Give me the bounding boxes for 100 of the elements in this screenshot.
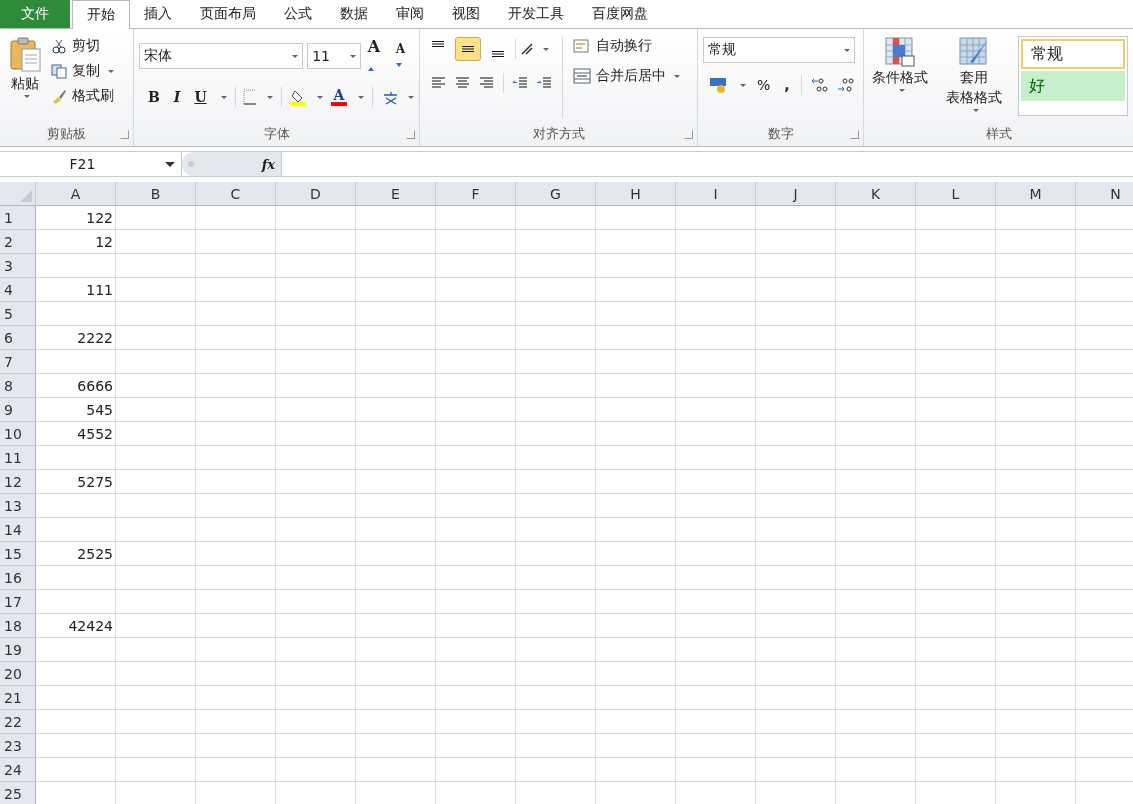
- row-header[interactable]: 10: [0, 422, 36, 446]
- row-header[interactable]: 22: [0, 710, 36, 734]
- dropdown-arrow-icon[interactable]: [408, 95, 414, 99]
- ribbon-tab[interactable]: 数据: [326, 0, 382, 28]
- dropdown-arrow-icon[interactable]: [349, 54, 356, 58]
- ribbon-tab[interactable]: 文件: [0, 0, 70, 28]
- column-header[interactable]: B: [116, 182, 196, 206]
- conditional-formatting-button[interactable]: 条件格式: [866, 37, 934, 122]
- dialog-launcher-icon[interactable]: [850, 130, 859, 139]
- row-header[interactable]: 15: [0, 542, 36, 566]
- column-header[interactable]: N: [1076, 182, 1133, 206]
- grow-font-button[interactable]: A: [364, 37, 389, 75]
- dropdown-arrow-icon[interactable]: [844, 48, 850, 52]
- column-header[interactable]: E: [356, 182, 436, 206]
- dropdown-arrow-icon[interactable]: [23, 95, 30, 98]
- ribbon-tab[interactable]: 页面布局: [186, 0, 270, 28]
- shrink-font-button[interactable]: A: [392, 42, 414, 70]
- column-header[interactable]: J: [756, 182, 836, 206]
- dropdown-arrow-icon[interactable]: [292, 54, 299, 58]
- paste-button[interactable]: 粘贴: [5, 37, 45, 122]
- font-size-field[interactable]: 11: [307, 43, 361, 69]
- row-header[interactable]: 23: [0, 734, 36, 758]
- row-header[interactable]: 24: [0, 758, 36, 782]
- row-header[interactable]: 11: [0, 446, 36, 470]
- cell-style-item[interactable]: 好: [1021, 71, 1125, 101]
- row-header[interactable]: 8: [0, 374, 36, 398]
- row-header[interactable]: 16: [0, 566, 36, 590]
- row-header[interactable]: 17: [0, 590, 36, 614]
- ribbon-tab[interactable]: 视图: [438, 0, 494, 28]
- middle-align-button[interactable]: [455, 37, 481, 61]
- merge-center-button[interactable]: 合并后居中: [573, 67, 680, 85]
- splitter-handle[interactable]: [188, 161, 194, 167]
- row-header[interactable]: 7: [0, 350, 36, 374]
- fill-color-icon[interactable]: [289, 88, 306, 106]
- insert-function-button[interactable]: fx: [261, 156, 275, 172]
- dialog-launcher-icon[interactable]: [406, 130, 415, 139]
- dropdown-arrow-icon[interactable]: [674, 74, 680, 78]
- dropdown-arrow-icon[interactable]: [220, 95, 227, 99]
- percent-button[interactable]: %: [754, 77, 774, 93]
- row-header[interactable]: 12: [0, 470, 36, 494]
- column-header[interactable]: H: [596, 182, 676, 206]
- ribbon-tab[interactable]: 开始: [72, 0, 130, 29]
- decrease-indent-icon[interactable]: [512, 76, 528, 90]
- column-header[interactable]: G: [516, 182, 596, 206]
- row-header[interactable]: 20: [0, 662, 36, 686]
- dropdown-arrow-icon[interactable]: [898, 89, 905, 92]
- italic-button[interactable]: I: [170, 89, 184, 105]
- column-header[interactable]: K: [836, 182, 916, 206]
- row-header[interactable]: 9: [0, 398, 36, 422]
- row-header[interactable]: 18: [0, 614, 36, 638]
- ribbon-tab[interactable]: 开发工具: [494, 0, 578, 28]
- row-header[interactable]: 2: [0, 230, 36, 254]
- column-header[interactable]: M: [996, 182, 1076, 206]
- row-header[interactable]: 3: [0, 254, 36, 278]
- copy-button[interactable]: 复制: [51, 62, 114, 80]
- dropdown-arrow-icon[interactable]: [358, 95, 365, 99]
- column-header[interactable]: D: [276, 182, 356, 206]
- ribbon-tab[interactable]: 审阅: [382, 0, 438, 28]
- decrease-decimal-icon[interactable]: [835, 77, 854, 93]
- column-header[interactable]: I: [676, 182, 756, 206]
- orientation-icon[interactable]: [520, 42, 536, 56]
- dropdown-arrow-icon[interactable]: [267, 95, 273, 99]
- row-header[interactable]: 19: [0, 638, 36, 662]
- bold-button[interactable]: B: [145, 89, 163, 105]
- dropdown-arrow-icon[interactable]: [972, 109, 979, 112]
- dropdown-arrow-icon[interactable]: [543, 47, 549, 51]
- column-header[interactable]: C: [196, 182, 276, 206]
- ribbon-tab[interactable]: 插入: [130, 0, 186, 28]
- dialog-launcher-icon[interactable]: [684, 130, 693, 139]
- increase-decimal-icon[interactable]: [809, 77, 828, 93]
- row-header[interactable]: 4: [0, 278, 36, 302]
- borders-icon[interactable]: [243, 89, 256, 105]
- row-header[interactable]: 5: [0, 302, 36, 326]
- comma-button[interactable]: ,: [781, 77, 793, 93]
- row-header[interactable]: 21: [0, 686, 36, 710]
- wrap-text-button[interactable]: 自动换行: [573, 37, 680, 55]
- row-header[interactable]: 6: [0, 326, 36, 350]
- align-center-icon[interactable]: [455, 76, 471, 90]
- row-header[interactable]: 25: [0, 782, 36, 804]
- dropdown-arrow-icon[interactable]: [165, 161, 175, 167]
- increase-indent-icon[interactable]: [536, 76, 552, 90]
- ribbon-tab[interactable]: 公式: [270, 0, 326, 28]
- row-header[interactable]: 1: [0, 206, 36, 230]
- name-box[interactable]: F21: [0, 152, 182, 176]
- dropdown-arrow-icon[interactable]: [316, 95, 323, 99]
- column-header[interactable]: L: [916, 182, 996, 206]
- font-name-field[interactable]: 宋体: [139, 43, 304, 69]
- cell-style-item[interactable]: 常规: [1021, 39, 1125, 69]
- row-header[interactable]: 14: [0, 518, 36, 542]
- ribbon-tab[interactable]: 百度网盘: [578, 0, 662, 28]
- format-as-table-button[interactable]: 套用 表格格式: [940, 37, 1008, 122]
- dropdown-arrow-icon[interactable]: [740, 83, 746, 87]
- cut-button[interactable]: 剪切: [51, 37, 114, 55]
- align-right-icon[interactable]: [479, 76, 495, 90]
- align-left-icon[interactable]: [431, 76, 447, 90]
- row-header[interactable]: 13: [0, 494, 36, 518]
- column-header[interactable]: F: [436, 182, 516, 206]
- number-format-field[interactable]: 常规: [703, 37, 855, 63]
- dialog-launcher-icon[interactable]: [120, 130, 129, 139]
- dropdown-arrow-icon[interactable]: [108, 69, 114, 73]
